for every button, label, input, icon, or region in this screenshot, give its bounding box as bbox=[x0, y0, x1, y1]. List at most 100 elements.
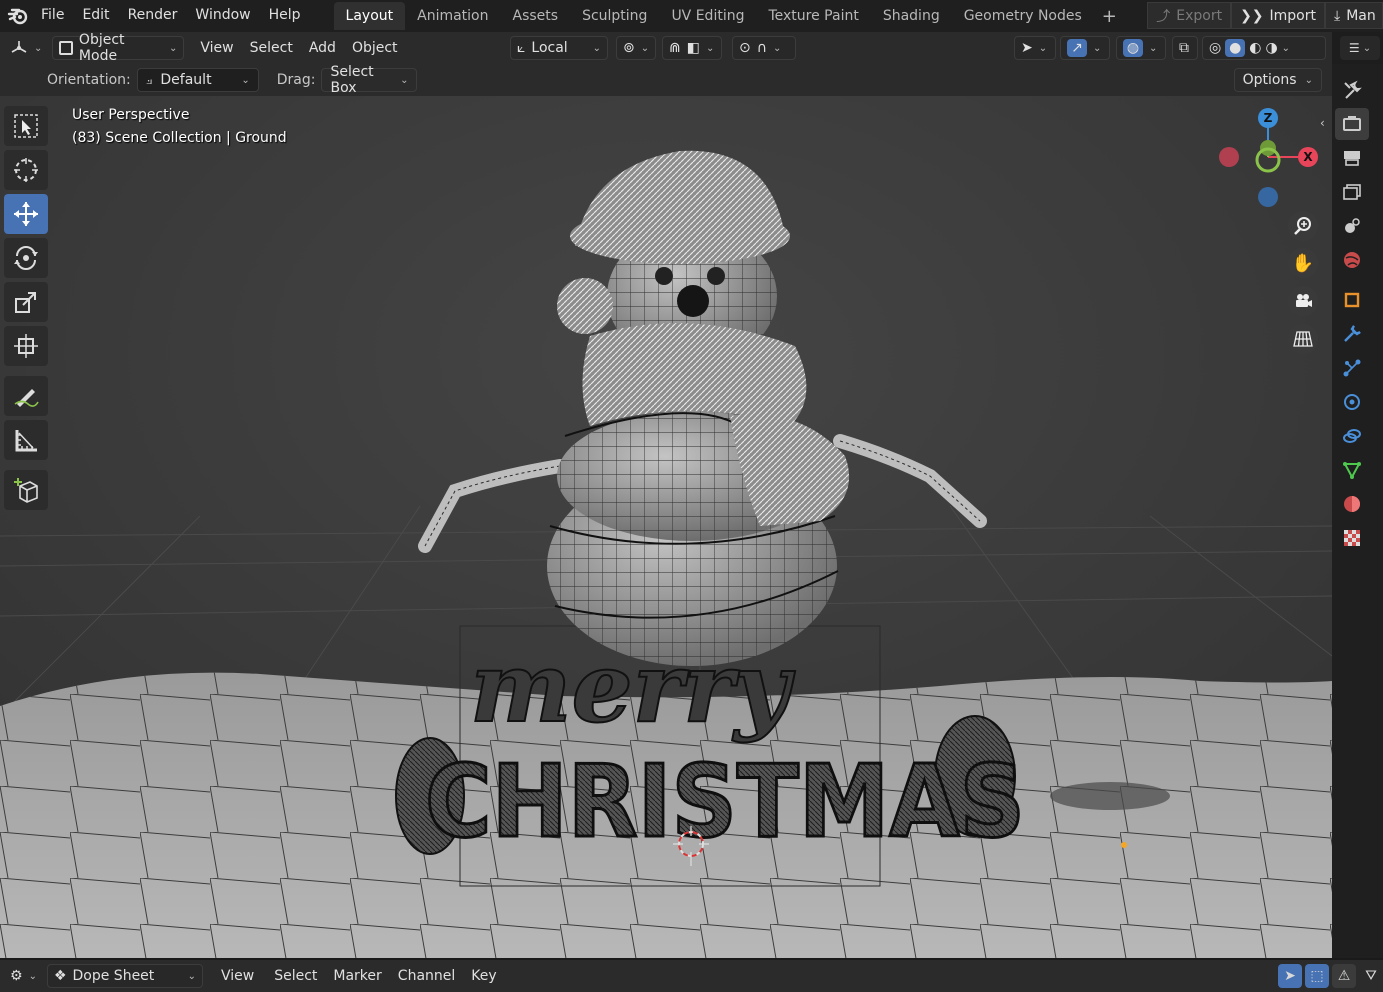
header-menu-add[interactable]: Add bbox=[301, 40, 344, 56]
only-selected-icon[interactable]: ➤ bbox=[1278, 964, 1302, 988]
only-errors-icon[interactable]: ⚠ bbox=[1332, 964, 1356, 988]
chevron-down-icon: ⌄ bbox=[241, 74, 250, 86]
move-tool[interactable] bbox=[4, 194, 48, 234]
object-properties-icon[interactable] bbox=[1335, 284, 1369, 316]
texture-properties-icon[interactable] bbox=[1335, 522, 1369, 554]
properties-editor-type-button[interactable]: ☰ ⌄ bbox=[1340, 36, 1380, 60]
header-menu-object[interactable]: Object bbox=[344, 40, 406, 56]
tab-animation[interactable]: Animation bbox=[405, 2, 500, 30]
tab-uv-editing[interactable]: UV Editing bbox=[659, 2, 756, 30]
editor-label: Dope Sheet bbox=[72, 968, 155, 984]
solid-shading-icon[interactable]: ● bbox=[1225, 39, 1246, 57]
3d-viewport[interactable]: merry CHRISTMAS Z X User Perspective (83… bbox=[0, 96, 1332, 958]
import-button[interactable]: ❯❯ Import bbox=[1231, 2, 1325, 29]
constraint-properties-icon[interactable] bbox=[1335, 420, 1369, 452]
annotate-tool[interactable] bbox=[4, 376, 48, 416]
xray-toggle[interactable]: ⧉ bbox=[1172, 36, 1198, 60]
camera-icon[interactable] bbox=[1288, 286, 1318, 316]
material-shading-icon[interactable]: ◐ bbox=[1249, 40, 1261, 56]
tab-layout[interactable]: Layout bbox=[333, 2, 406, 30]
sidebar-toggle-arrow-icon[interactable]: ‹ bbox=[1320, 116, 1325, 130]
output-properties-icon[interactable] bbox=[1335, 142, 1369, 174]
filter-icon[interactable]: ⛛ bbox=[1359, 964, 1383, 988]
data-properties-icon[interactable] bbox=[1335, 454, 1369, 486]
axis-x-label: X bbox=[1303, 150, 1313, 164]
header-menu-view[interactable]: View bbox=[192, 40, 241, 56]
menu-file[interactable]: File bbox=[32, 0, 73, 32]
drag-dropdown[interactable]: Select Box ⌄ bbox=[321, 64, 418, 96]
gizmo-toggle[interactable]: ↗ ⌄ bbox=[1060, 36, 1110, 60]
world-properties-icon[interactable] bbox=[1335, 244, 1369, 276]
transform-tool[interactable] bbox=[4, 326, 48, 366]
measure-tool[interactable] bbox=[4, 420, 48, 460]
tab-assets[interactable]: Assets bbox=[501, 2, 571, 30]
object-origin-icon[interactable] bbox=[1121, 842, 1127, 848]
menu-edit[interactable]: Edit bbox=[73, 0, 118, 32]
orientation-dropdown[interactable]: ⟓ Default ⌄ bbox=[136, 68, 259, 92]
menu-window[interactable]: Window bbox=[186, 0, 259, 32]
export-icon: ⤴ bbox=[1156, 8, 1171, 25]
view-layer-properties-icon[interactable] bbox=[1335, 176, 1369, 208]
proportional-editing-toggle[interactable]: ⊙ ∩ ⌄ bbox=[732, 36, 796, 60]
drag-label: Drag: bbox=[276, 72, 316, 88]
snap-toggle[interactable]: ⋒ ◧ ⌄ bbox=[662, 36, 722, 60]
tab-texture-paint[interactable]: Texture Paint bbox=[756, 2, 870, 30]
tool-shelf bbox=[4, 106, 50, 514]
manual-button[interactable]: ⤓ Man bbox=[1325, 2, 1383, 29]
orientation-gizmo-icon: ⟓ bbox=[145, 72, 153, 88]
editor-type-button[interactable]: ⌄ bbox=[4, 36, 48, 60]
pivot-point-dropdown[interactable]: ⊚ ⌄ bbox=[616, 36, 656, 60]
menu-render[interactable]: Render bbox=[119, 0, 187, 32]
rotate-tool[interactable] bbox=[4, 238, 48, 278]
select-box-tool[interactable] bbox=[4, 106, 48, 146]
tab-shading[interactable]: Shading bbox=[871, 2, 952, 30]
tab-sculpting[interactable]: Sculpting bbox=[570, 2, 659, 30]
options-dropdown[interactable]: Options ⌄ bbox=[1233, 68, 1322, 92]
options-label: Options bbox=[1242, 72, 1297, 88]
dope-sheet-mode-dropdown[interactable]: ❖ Dope Sheet ⌄ bbox=[46, 964, 203, 988]
particle-properties-icon[interactable] bbox=[1335, 352, 1369, 384]
blender-logo-icon[interactable] bbox=[4, 2, 32, 30]
add-cube-tool[interactable] bbox=[4, 470, 48, 510]
show-hidden-icon[interactable]: ⬚ bbox=[1305, 964, 1329, 988]
zoom-icon[interactable] bbox=[1288, 211, 1318, 241]
bottom-menu-view[interactable]: View bbox=[213, 968, 262, 984]
axis-neg-x-icon[interactable] bbox=[1219, 147, 1239, 167]
dope-sheet-mode-icon: ❖ bbox=[53, 968, 67, 984]
tool-properties-icon[interactable] bbox=[1335, 74, 1369, 106]
magnet-icon: ⋒ bbox=[669, 40, 681, 56]
scene-render[interactable]: merry CHRISTMAS Z X bbox=[0, 96, 1332, 958]
chevron-down-icon: ⌄ bbox=[592, 42, 601, 54]
bottom-menu-key[interactable]: Key bbox=[463, 968, 504, 984]
bottom-menu-marker[interactable]: Marker bbox=[325, 968, 389, 984]
pan-hand-icon[interactable]: ✋ bbox=[1288, 248, 1318, 278]
wireframe-shading-icon[interactable]: ◎ bbox=[1209, 40, 1221, 56]
selectability-dropdown[interactable]: ➤ ⌄ bbox=[1014, 36, 1056, 60]
physics-properties-icon[interactable] bbox=[1335, 386, 1369, 418]
chevron-down-icon[interactable]: ⌄ bbox=[1282, 43, 1290, 54]
chevron-down-icon: ⌄ bbox=[1362, 42, 1372, 54]
scene-properties-icon[interactable] bbox=[1335, 210, 1369, 242]
header-menu-select[interactable]: Select bbox=[242, 40, 301, 56]
render-properties-icon[interactable] bbox=[1335, 108, 1369, 140]
timeline-editor-type-button[interactable]: ⚙ ⌄ bbox=[4, 964, 43, 988]
mode-dropdown[interactable]: Object Mode ⌄ bbox=[52, 32, 185, 64]
transform-orientation-dropdown[interactable]: ⟀ Local ⌄ bbox=[510, 36, 608, 60]
modifier-properties-icon[interactable] bbox=[1335, 318, 1369, 350]
christmas-text: CHRISTMAS bbox=[425, 743, 1025, 860]
perspective-grid-icon[interactable] bbox=[1288, 324, 1318, 354]
object-mode-icon bbox=[59, 41, 73, 55]
scale-tool[interactable] bbox=[4, 282, 48, 322]
tab-geometry-nodes[interactable]: Geometry Nodes bbox=[952, 2, 1094, 30]
add-workspace-icon[interactable]: + bbox=[1094, 6, 1125, 27]
overlays-toggle[interactable]: ◍ ⌄ bbox=[1116, 36, 1166, 60]
viewport-header: ⌄ Object Mode ⌄ View Select Add Object ⟀… bbox=[0, 32, 1332, 64]
export-button[interactable]: ⤴ Export bbox=[1147, 2, 1232, 29]
menu-help[interactable]: Help bbox=[260, 0, 310, 32]
cursor-tool[interactable] bbox=[4, 150, 48, 190]
bottom-menu-select[interactable]: Select bbox=[266, 968, 325, 984]
bottom-menu-channel[interactable]: Channel bbox=[390, 968, 463, 984]
rendered-shading-icon[interactable]: ◑ bbox=[1265, 40, 1277, 56]
axis-neg-z-icon[interactable] bbox=[1258, 187, 1278, 207]
material-properties-icon[interactable] bbox=[1335, 488, 1369, 520]
